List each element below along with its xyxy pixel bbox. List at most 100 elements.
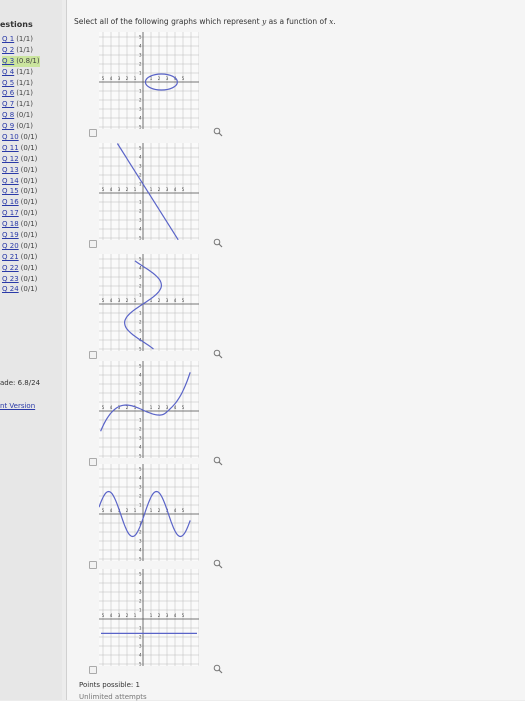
tick-label: 3 [118, 298, 121, 303]
question-item[interactable]: Q 22 (0/1) [2, 263, 40, 274]
question-item[interactable]: Q 2 (1/1) [2, 45, 40, 56]
question-item[interactable]: Q 15 (0/1) [2, 186, 40, 197]
question-link[interactable]: Q 7 [2, 100, 14, 108]
magnifier-lens [213, 664, 221, 672]
magnifier-icon[interactable] [213, 238, 223, 248]
question-link[interactable]: Q 24 [2, 285, 19, 293]
question-score: (0/1) [16, 122, 33, 131]
question-link[interactable]: Q 20 [2, 242, 19, 250]
question-item[interactable]: Q 18 (0/1) [2, 219, 40, 230]
question-score: (1/1) [16, 89, 33, 98]
question-link[interactable]: Q 12 [2, 155, 19, 163]
question-item[interactable]: Q 3 (0.8/1) [2, 55, 40, 67]
tick-label: 1 [134, 187, 137, 192]
question-link[interactable]: Q 17 [2, 209, 19, 217]
graph-option[interactable]: 5 4 3 2 1 1 2 3 4 55432112345 [99, 32, 199, 129]
question-score: (0/1) [20, 241, 38, 250]
question-link[interactable]: Q 5 [2, 79, 14, 87]
question-item[interactable]: Q 17 (0/1) [2, 208, 40, 219]
question-link[interactable]: Q 4 [2, 68, 14, 76]
question-item[interactable]: Q 10 (0/1) [2, 132, 40, 143]
question-score: (1/1) [16, 45, 33, 54]
question-link[interactable]: Q 16 [2, 198, 19, 206]
question-link[interactable]: Q 3 [2, 57, 14, 65]
magnifier-icon[interactable] [213, 349, 223, 359]
tick-label: 2 [158, 187, 161, 192]
graph-option[interactable]: 5 4 3 2 1 1 2 3 4 55432112345 [99, 361, 199, 458]
question-item[interactable]: Q 14 (0/1) [2, 176, 40, 187]
question-score: (0/1) [20, 252, 38, 261]
question-item[interactable]: Q 9 (0/1) [2, 121, 40, 132]
question-score: (0/1) [20, 198, 38, 207]
tick-label: 1 [134, 298, 137, 303]
question-link[interactable]: Q 2 [2, 46, 14, 54]
tick-label: 5 [102, 76, 105, 81]
question-score: (0.8/1) [16, 56, 40, 65]
tick-label: 5 [102, 187, 105, 192]
print-version-link[interactable]: nt Version [0, 402, 35, 410]
prompt-text-2: as a function of [266, 17, 330, 26]
magnifier-icon[interactable] [213, 456, 223, 466]
question-link[interactable]: Q 23 [2, 275, 19, 283]
question-item[interactable]: Q 23 (0/1) [2, 274, 40, 285]
tick-label: 4 [174, 187, 177, 192]
magnifier-lens [213, 559, 221, 567]
graph-option[interactable]: 5 4 3 2 1 1 2 3 4 55432112345 [99, 569, 199, 666]
question-item[interactable]: Q 11 (0/1) [2, 143, 40, 154]
tick-label: 4 [174, 298, 177, 303]
graph-option[interactable]: 5 4 3 2 1 1 2 3 4 55432112345 [99, 143, 199, 240]
question-link[interactable]: Q 13 [2, 166, 19, 174]
magnifier-handle [218, 461, 223, 466]
tick-label: 3 [118, 187, 121, 192]
question-link[interactable]: Q 19 [2, 231, 19, 239]
question-item[interactable]: Q 7 (1/1) [2, 99, 40, 110]
question-item[interactable]: Q 8 (0/1) [2, 110, 40, 121]
question-item[interactable]: Q 16 (0/1) [2, 197, 40, 208]
question-link[interactable]: Q 21 [2, 253, 19, 261]
magnifier-lens [213, 349, 221, 357]
question-score: (1/1) [16, 100, 33, 109]
question-score: (0/1) [20, 263, 38, 272]
question-link[interactable]: Q 11 [2, 144, 19, 152]
option-checkbox[interactable] [89, 129, 97, 137]
tick-label: 1 [150, 508, 153, 513]
question-link[interactable]: Q 15 [2, 187, 19, 195]
tick-label: 2 [158, 298, 161, 303]
tick-label: 3 [166, 298, 169, 303]
question-link[interactable]: Q 22 [2, 264, 19, 272]
question-link[interactable]: Q 18 [2, 220, 19, 228]
magnifier-handle [218, 564, 223, 569]
graph-option[interactable]: 5 4 3 2 1 1 2 3 4 55432112345 [99, 254, 199, 351]
question-item[interactable]: Q 19 (0/1) [2, 230, 40, 241]
graph-option[interactable]: 5 4 3 2 1 1 2 3 4 55432112345 [99, 464, 199, 561]
magnifier-icon[interactable] [213, 559, 223, 569]
question-score: (0/1) [20, 143, 38, 152]
question-item[interactable]: Q 12 (0/1) [2, 154, 40, 165]
question-item[interactable]: Q 13 (0/1) [2, 165, 40, 176]
question-item[interactable]: Q 24 (0/1) [2, 284, 40, 295]
option-checkbox[interactable] [89, 351, 97, 359]
question-item[interactable]: Q 1 (1/1) [2, 34, 40, 45]
magnifier-icon[interactable] [213, 127, 223, 137]
question-item[interactable]: Q 6 (1/1) [2, 88, 40, 99]
question-link[interactable]: Q 14 [2, 177, 19, 185]
question-link[interactable]: Q 10 [2, 133, 19, 141]
question-item[interactable]: Q 20 (0/1) [2, 241, 40, 252]
question-link[interactable]: Q 6 [2, 89, 14, 97]
question-link[interactable]: Q 9 [2, 122, 14, 130]
question-score: (0/1) [20, 176, 38, 185]
magnifier-icon[interactable] [213, 664, 223, 674]
option-checkbox[interactable] [89, 666, 97, 674]
option-checkbox[interactable] [89, 561, 97, 569]
prompt-text-1: Select all of the following graphs which… [74, 17, 262, 26]
question-link[interactable]: Q 8 [2, 111, 14, 119]
question-score: (0/1) [20, 220, 38, 229]
question-item[interactable]: Q 21 (0/1) [2, 252, 40, 263]
question-item[interactable]: Q 4 (1/1) [2, 67, 40, 78]
tick-label: 5 [182, 613, 185, 618]
option-checkbox[interactable] [89, 458, 97, 466]
question-item[interactable]: Q 5 (1/1) [2, 78, 40, 89]
option-checkbox[interactable] [89, 240, 97, 248]
sidebar-title: estions [0, 20, 33, 29]
question-link[interactable]: Q 1 [2, 35, 14, 43]
